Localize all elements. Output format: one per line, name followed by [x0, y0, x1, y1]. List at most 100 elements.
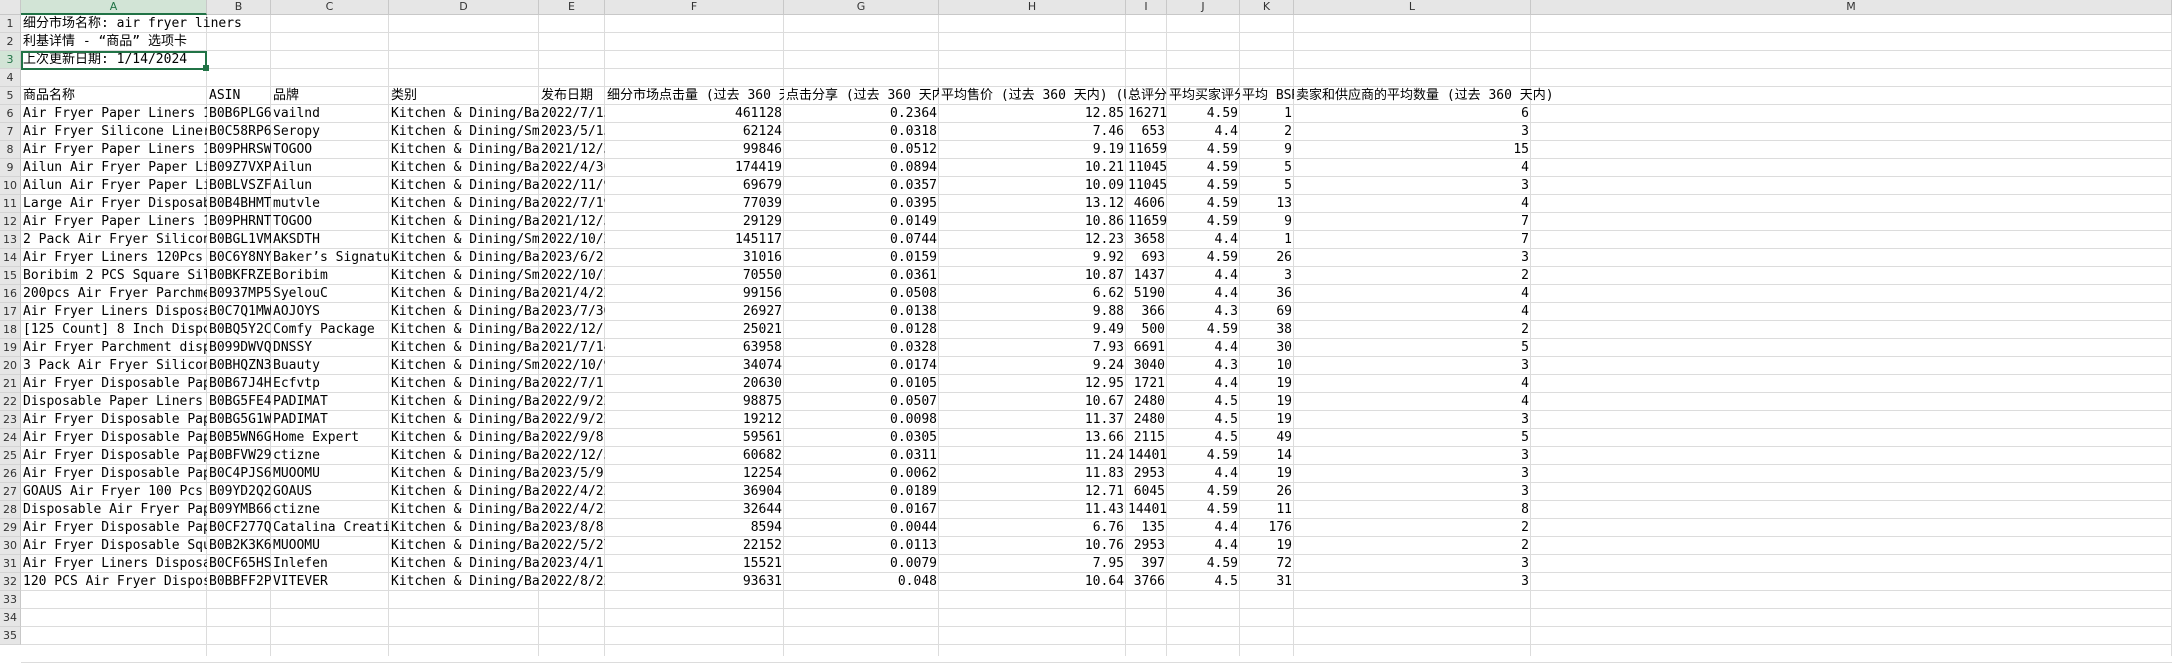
cell-asin[interactable]: B0B67J4HYM [207, 375, 271, 393]
cell-clicks[interactable]: 70550 [605, 267, 784, 285]
cell-buyer-rating[interactable]: 4.3 [1167, 357, 1240, 375]
cell-buyer-rating[interactable]: 4.3 [1167, 303, 1240, 321]
cell-clicks[interactable]: 32644 [605, 501, 784, 519]
cell-seller-count[interactable]: 15 [1294, 141, 1531, 159]
cell-bsr[interactable]: 26 [1240, 249, 1294, 267]
cell-category[interactable]: Kitchen & Dining/Bakeware/ [389, 321, 539, 339]
cell-total-ratings[interactable]: 11659 [1126, 141, 1167, 159]
row-header[interactable]: 12 [0, 213, 21, 231]
cell-category[interactable]: Kitchen & Dining/Bakeware/ [389, 195, 539, 213]
cell-bsr[interactable]: 9 [1240, 213, 1294, 231]
cell-seller-count[interactable]: 3 [1294, 357, 1531, 375]
cell-asin[interactable]: B0B5WN6G9B [207, 429, 271, 447]
cell-name[interactable]: Disposable Air Fryer Paper Liners [21, 501, 207, 519]
cell-clicks[interactable]: 461128 [605, 105, 784, 123]
cell-release-date[interactable]: 2022/7/15 [539, 105, 605, 123]
cell-avg-price[interactable]: 7.93 [939, 339, 1126, 357]
cell-name[interactable]: Air Fryer Silicone Liners Square [21, 123, 207, 141]
cell-name[interactable]: [125 Count] 8 Inch Disposable Squ [21, 321, 207, 339]
column-header-f[interactable]: F [605, 0, 784, 15]
cell-name[interactable]: Large Air Fryer Disposable Paper [21, 195, 207, 213]
cell-brand[interactable]: mutvle [271, 195, 389, 213]
column-header-k[interactable]: K [1240, 0, 1294, 15]
cell-buyer-rating[interactable]: 4.4 [1167, 267, 1240, 285]
cell-name[interactable]: 3 Pack Air Fryer Silicone Liners [21, 357, 207, 375]
info-updated[interactable]: 上次更新日期: 1/14/2024 [21, 51, 207, 69]
cell-seller-count[interactable]: 3 [1294, 465, 1531, 483]
cell-total-ratings[interactable]: 3766 [1126, 573, 1167, 591]
cell-clicks[interactable]: 25021 [605, 321, 784, 339]
cell-asin[interactable]: B0BBFF2PZJ [207, 573, 271, 591]
cell-click-share[interactable]: 0.0149 [784, 213, 939, 231]
cell-click-share[interactable]: 0.0894 [784, 159, 939, 177]
row-header[interactable]: 14 [0, 249, 21, 267]
cell-buyer-rating[interactable]: 4.5 [1167, 393, 1240, 411]
cell-buyer-rating[interactable]: 4.4 [1167, 375, 1240, 393]
cell-buyer-rating[interactable]: 4.59 [1167, 483, 1240, 501]
row-header[interactable]: 32 [0, 573, 21, 591]
row-header[interactable]: 23 [0, 411, 21, 429]
cell-brand[interactable]: Inlefen [271, 555, 389, 573]
cell-avg-price[interactable]: 11.83 [939, 465, 1126, 483]
row-header[interactable]: 19 [0, 339, 21, 357]
cell-release-date[interactable]: 2022/11/9 [539, 177, 605, 195]
cell-asin[interactable]: B09Z7VXPL3 [207, 159, 271, 177]
cell-seller-count[interactable]: 3 [1294, 123, 1531, 141]
cell-category[interactable]: Kitchen & Dining/Small App [389, 267, 539, 285]
cell-total-ratings[interactable]: 6691 [1126, 339, 1167, 357]
cell-category[interactable]: Kitchen & Dining/Bakeware/ [389, 483, 539, 501]
cell-clicks[interactable]: 12254 [605, 465, 784, 483]
cell-bsr[interactable]: 5 [1240, 159, 1294, 177]
row-header[interactable]: 34 [0, 609, 21, 627]
cell-click-share[interactable]: 0.0105 [784, 375, 939, 393]
cell-buyer-rating[interactable]: 4.59 [1167, 141, 1240, 159]
cell-total-ratings[interactable]: 6045 [1126, 483, 1167, 501]
cell-click-share[interactable]: 0.0318 [784, 123, 939, 141]
cell-brand[interactable]: TOGOO [271, 141, 389, 159]
cell-bsr[interactable]: 26 [1240, 483, 1294, 501]
cell-clicks[interactable]: 8594 [605, 519, 784, 537]
cell-total-ratings[interactable]: 2480 [1126, 411, 1167, 429]
cell-seller-count[interactable]: 4 [1294, 285, 1531, 303]
cell-seller-count[interactable]: 3 [1294, 483, 1531, 501]
cell-bsr[interactable]: 31 [1240, 573, 1294, 591]
cell-avg-price[interactable]: 11.37 [939, 411, 1126, 429]
column-header-b[interactable]: B [207, 0, 271, 15]
cell-bsr[interactable]: 10 [1240, 357, 1294, 375]
column-header-j[interactable]: J [1167, 0, 1240, 15]
column-header-h[interactable]: H [939, 0, 1126, 15]
row-header[interactable]: 9 [0, 159, 21, 177]
cell-avg-price[interactable]: 9.49 [939, 321, 1126, 339]
cell-buyer-rating[interactable]: 4.5 [1167, 573, 1240, 591]
column-header-m[interactable]: M [1531, 0, 2172, 15]
cell-buyer-rating[interactable]: 4.5 [1167, 411, 1240, 429]
cell-click-share[interactable]: 0.0744 [784, 231, 939, 249]
cell-clicks[interactable]: 63958 [605, 339, 784, 357]
cell-name[interactable]: Air Fryer Disposable Square Parch [21, 537, 207, 555]
cell-avg-price[interactable]: 6.76 [939, 519, 1126, 537]
cell-buyer-rating[interactable]: 4.59 [1167, 105, 1240, 123]
cell-avg-price[interactable]: 10.87 [939, 267, 1126, 285]
cell-category[interactable]: Kitchen & Dining/Bakeware/ [389, 573, 539, 591]
cell-asin[interactable]: B0C7Q1MWWB [207, 303, 271, 321]
cell-buyer-rating[interactable]: 4.4 [1167, 537, 1240, 555]
row-header[interactable]: 21 [0, 375, 21, 393]
cell-buyer-rating[interactable]: 4.4 [1167, 519, 1240, 537]
cell-name[interactable]: Ailun Air Fryer Paper Liners 8inc [21, 177, 207, 195]
cell-bsr[interactable]: 19 [1240, 465, 1294, 483]
cell-seller-count[interactable]: 2 [1294, 519, 1531, 537]
cell-buyer-rating[interactable]: 4.59 [1167, 159, 1240, 177]
column-header-a[interactable]: A [21, 0, 207, 15]
cell-total-ratings[interactable]: 3658 [1126, 231, 1167, 249]
cell-buyer-rating[interactable]: 4.59 [1167, 249, 1240, 267]
cell-bsr[interactable]: 1 [1240, 231, 1294, 249]
cell-release-date[interactable]: 2022/12/5 [539, 447, 605, 465]
info-tab[interactable]: 利基详情 - “商品” 选项卡 [21, 33, 207, 51]
cell-click-share[interactable]: 0.0167 [784, 501, 939, 519]
cell-bsr[interactable]: 49 [1240, 429, 1294, 447]
cell-name[interactable]: Air Fryer Disposable Paper Liners [21, 447, 207, 465]
cell-seller-count[interactable]: 5 [1294, 339, 1531, 357]
cell-total-ratings[interactable]: 397 [1126, 555, 1167, 573]
cell-name[interactable]: Air Fryer Paper Liners 125Pcs Par [21, 105, 207, 123]
header-click-share[interactable]: 点击分享 (过去 360 天内) [784, 87, 939, 105]
